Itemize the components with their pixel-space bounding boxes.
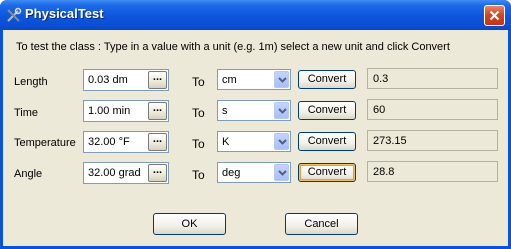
close-button[interactable]: [484, 5, 505, 26]
length-unit-value: cm: [222, 74, 237, 86]
length-convert-button[interactable]: Convert: [298, 70, 356, 89]
temperature-unit-picker-button[interactable]: ...: [148, 133, 167, 151]
length-input[interactable]: 0.03 dm ...: [83, 69, 169, 91]
time-unit-select[interactable]: s: [217, 100, 291, 121]
angle-unit-select[interactable]: deg: [217, 162, 291, 183]
angle-input-value: 32.00 grad: [88, 167, 141, 179]
temperature-unit-select[interactable]: K: [217, 131, 291, 152]
length-unit-select[interactable]: cm: [217, 69, 291, 90]
time-result-value: 60: [373, 104, 386, 116]
length-input-value: 0.03 dm: [88, 74, 128, 86]
time-result: 60: [367, 99, 498, 120]
angle-input[interactable]: 32.00 grad ...: [83, 162, 169, 184]
window-title: PhysicalTest: [25, 6, 104, 21]
length-unit-picker-button[interactable]: ...: [148, 71, 167, 89]
ok-button[interactable]: OK: [153, 213, 226, 235]
time-input[interactable]: 1.00 min ...: [83, 100, 169, 122]
length-label: Length: [14, 76, 48, 88]
cancel-button[interactable]: Cancel: [285, 213, 358, 235]
temperature-result: 273.15: [367, 130, 498, 151]
temperature-unit-dropdown-button[interactable]: [274, 133, 289, 150]
time-unit-value: s: [222, 105, 228, 117]
length-result: 0.3: [367, 68, 498, 89]
dialog-window: PhysicalTest To test the class : Type in…: [0, 0, 511, 249]
temperature-convert-button[interactable]: Convert: [298, 132, 356, 151]
angle-unit-dropdown-button[interactable]: [274, 164, 289, 181]
temperature-result-value: 273.15: [373, 135, 407, 147]
time-to-label: To: [192, 106, 205, 120]
angle-label: Angle: [14, 168, 43, 180]
temperature-input-value: 32.00 °F: [88, 136, 130, 148]
temperature-input[interactable]: 32.00 °F ...: [83, 131, 169, 153]
dialog-body: To test the class : Type in a value with…: [3, 30, 508, 246]
time-unit-dropdown-button[interactable]: [274, 102, 289, 119]
angle-to-label: To: [192, 168, 205, 182]
angle-result-value: 28.8: [373, 166, 395, 178]
angle-convert-button[interactable]: Convert: [298, 163, 356, 182]
instructions-text: To test the class : Type in a value with…: [16, 41, 450, 53]
title-bar[interactable]: PhysicalTest: [0, 0, 511, 30]
length-unit-dropdown-button[interactable]: [274, 71, 289, 88]
length-result-value: 0.3: [373, 73, 389, 85]
angle-unit-picker-button[interactable]: ...: [148, 164, 167, 182]
temperature-label: Temperature: [14, 137, 76, 149]
time-input-value: 1.00 min: [88, 105, 131, 117]
tools-icon: [6, 7, 22, 23]
length-to-label: To: [192, 75, 205, 89]
temperature-to-label: To: [192, 137, 205, 151]
angle-unit-value: deg: [222, 167, 241, 179]
time-convert-button[interactable]: Convert: [298, 101, 356, 120]
time-label: Time: [14, 107, 39, 119]
temperature-unit-value: K: [222, 136, 230, 148]
time-unit-picker-button[interactable]: ...: [148, 102, 167, 120]
angle-result: 28.8: [367, 161, 498, 182]
